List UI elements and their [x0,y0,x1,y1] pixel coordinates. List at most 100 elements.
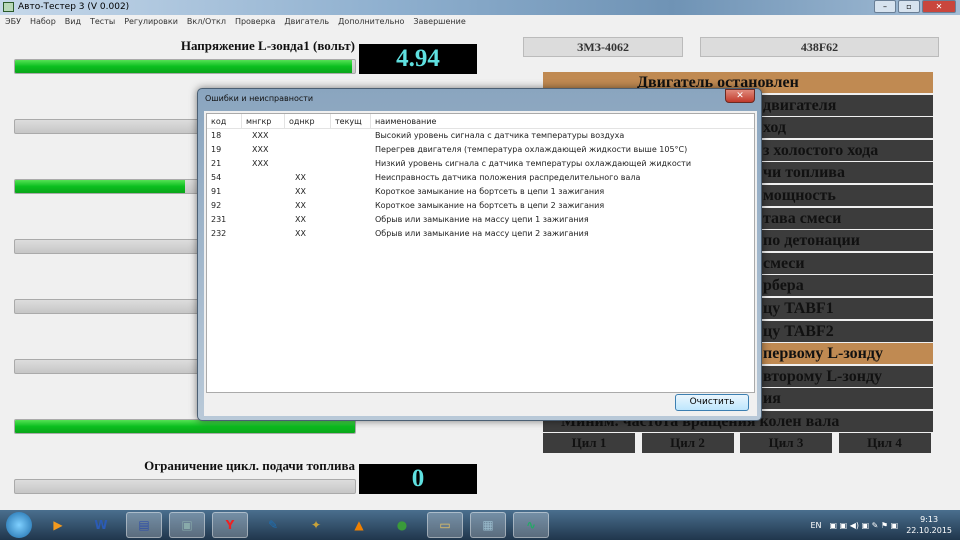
menu-item[interactable]: Тесты [90,15,115,29]
table-cell: XXX [252,131,269,140]
table-cell [242,171,285,185]
table-cell [242,227,285,241]
table-cell: Короткое замыкание на бортсеть в цепи 1 … [375,187,605,196]
explorer-icon[interactable]: ▭ [427,512,463,538]
menu-item[interactable]: Завершение [413,15,465,29]
clear-button[interactable]: Очистить [675,394,749,411]
menu-item[interactable]: Проверка [235,15,275,29]
status-text: цу TABF2 [763,322,834,340]
menu-bar: ЭБУ Набор Вид Тесты Регулировки Вкл/Откл Прове… [0,15,960,29]
dialog-title: Ошибки и неисправности [205,94,314,103]
firmware-id: 438F62 [700,37,939,57]
dialog-close-button[interactable]: ✕ [725,89,755,103]
time: 9:13 [920,515,939,524]
table-cell [285,143,331,157]
calculator-icon[interactable]: ▦ [470,512,506,538]
cylinder-indicator: Цил 2 [641,433,734,453]
gauge-bar [14,59,356,74]
column-header[interactable]: наименование [371,114,754,128]
table-cell [285,157,331,171]
start-button[interactable] [6,512,32,538]
table-cell: 18 [211,131,222,140]
maximize-button[interactable]: ▫ [898,0,920,13]
gauge-fill [15,420,355,433]
menu-item[interactable]: Набор [30,15,56,29]
table-cell [331,227,371,241]
table-cell: 21 [211,159,222,168]
menu-item[interactable]: Дополнительно [338,15,404,29]
table-cell [331,129,371,143]
menu-item[interactable]: Вкл/Откл [187,15,226,29]
table-row[interactable]: 231 XX Обрыв или замыкание на массу цепи 1… [207,213,754,227]
window-title: Авто-Тестер 3 (V 0.002) [18,2,130,12]
status-text: цу TABF1 [763,300,834,317]
table-cell: Неисправность датчика положения распреде… [375,173,641,182]
column-header[interactable]: код [207,114,242,128]
save-app-icon[interactable]: ▤ [126,512,162,538]
media-player-icon[interactable]: ▶ [40,512,76,538]
word-icon[interactable]: W [83,512,119,538]
table-cell: Обрыв или замыкание на массу цепи 2 зажи… [375,229,589,238]
table-cell [242,213,285,227]
status-text: рбера [763,277,804,295]
table-cell [242,185,285,199]
cylinder-indicator: Цил 1 [543,433,635,453]
clock[interactable]: 9:13 22.10.2015 [906,514,952,536]
table-row[interactable]: 92 XX Короткое замыкание на бортсеть в цеп… [207,199,754,213]
vlc-icon[interactable]: ▲ [341,512,377,538]
chrome-icon[interactable]: ● [384,512,420,538]
table-cell [331,213,371,227]
table-cell: 19 [211,145,222,154]
table-cell: XX [295,201,306,210]
gauge-fill [15,60,352,73]
language-indicator[interactable]: EN [811,521,822,530]
table-cell: XX [295,215,306,224]
window-titlebar: Авто-Тестер 3 (V 0.002) – ▫ ✕ [0,0,960,15]
column-header[interactable]: мнгкр [242,114,285,128]
gauge-bar [14,419,356,434]
table-cell: 92 [211,201,222,210]
table-cell: Высокий уровень сигнала с датчика темпер… [375,131,625,140]
status-text: з холостого хода [763,141,879,159]
status-text: двигателя [763,96,837,114]
app-icon [3,2,14,12]
gauge-fill [15,180,185,193]
cylinder-indicator: Цил 4 [838,433,931,453]
table-cell: Короткое замыкание на бортсеть в цепи 2 … [375,201,605,210]
error-list[interactable]: код мнгкр однкр текущ наименование 18 XXX Высо… [206,113,755,393]
table-cell [242,199,285,213]
menu-item[interactable]: Регулировки [124,15,178,29]
column-header[interactable]: однкр [285,114,331,128]
table-row[interactable]: 232 XX Обрыв или замыкание на массу цепи 2… [207,227,754,241]
table-cell: XX [295,173,306,182]
table-row[interactable]: 19 XXX Перегрев двигателя (температура охл… [207,143,754,157]
table-cell [331,171,371,185]
engine-model: ЗМЗ-4062 [523,37,683,57]
status-text: второму L-зонду [763,367,883,385]
close-button[interactable]: ✕ [922,0,956,13]
table-cell: XX [295,229,306,238]
video-editor-icon[interactable]: ✦ [298,512,334,538]
tray-icons[interactable]: ▣ ▣ ◀) ▣ ✎ ⚑ ▣ [830,521,899,530]
auto-tester-icon[interactable]: ∿ [513,512,549,538]
uninstaller-icon[interactable]: ▣ [169,512,205,538]
menu-item[interactable]: Вид [65,15,81,29]
table-cell [331,199,371,213]
feather-app-icon[interactable]: ✎ [255,512,291,538]
table-cell [331,143,371,157]
table-row[interactable]: 21 XXX Низкий уровень сигнала с датчика те… [207,157,754,171]
table-row[interactable]: 54 XX Неисправность датчика положения расп… [207,171,754,185]
yandex-browser-icon[interactable]: Y [212,512,248,538]
system-tray: EN ▣ ▣ ◀) ▣ ✎ ⚑ ▣ 9:13 22.10.2015 [811,514,953,536]
table-cell: XXX [252,159,269,168]
table-cell: XX [295,187,306,196]
table-row[interactable]: 91 XX Короткое замыкание на бортсеть в цеп… [207,185,754,199]
column-header[interactable]: текущ [331,114,371,128]
table-cell: 232 [211,229,227,238]
menu-item[interactable]: Двигатель [284,15,329,29]
table-row[interactable]: 18 XXX Высокий уровень сигнала с датчика т… [207,129,754,143]
gauge-value: 0 [359,464,477,494]
minimize-button[interactable]: – [874,0,896,13]
table-cell: XXX [252,145,269,154]
menu-item[interactable]: ЭБУ [5,15,21,29]
